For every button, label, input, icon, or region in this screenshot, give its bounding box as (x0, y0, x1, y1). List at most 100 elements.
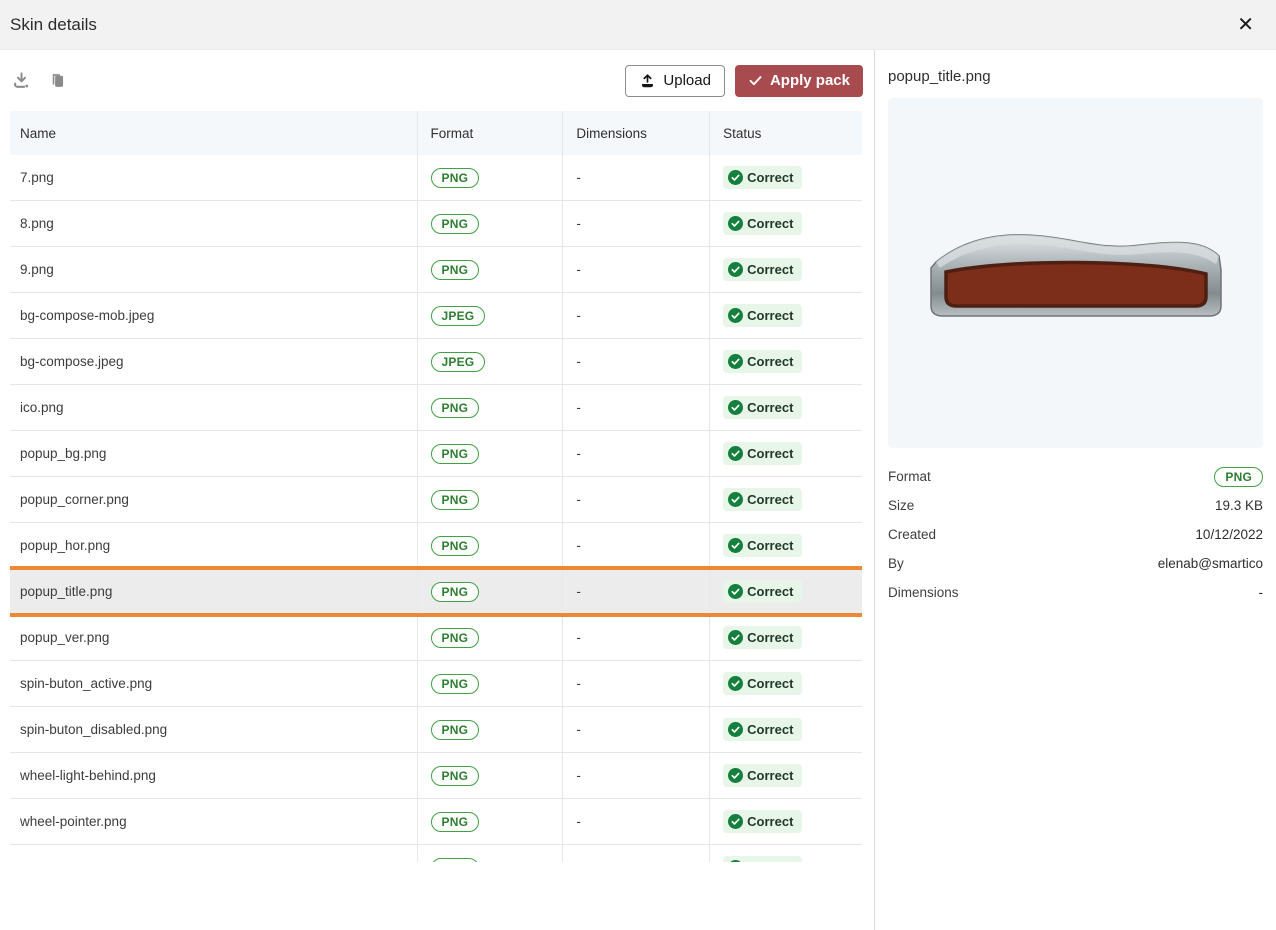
status-badge: Correct (723, 488, 803, 511)
table-row[interactable]: 9.png PNG - Correct (10, 247, 862, 293)
check-circle-icon (728, 584, 744, 599)
file-name: popup_corner.png (20, 492, 129, 507)
file-format-cell: PNG (416, 615, 563, 660)
file-format-cell: PNG (416, 661, 563, 706)
file-name: 7.png (20, 170, 54, 185)
upload-label: Upload (663, 72, 711, 89)
file-status-cell: Correct (709, 247, 862, 292)
table-body: 7.png PNG - Correct 8.png PNG - Correct 9.png PNG… (10, 155, 862, 862)
toolbar: Upload Apply pack (0, 50, 874, 111)
file-format-cell: PNG (416, 201, 563, 246)
table-row[interactable]: popup_bg.png PNG - Correct (10, 431, 862, 477)
file-dimensions: - (562, 707, 709, 752)
table-row[interactable]: spin-buton_disabled.png PNG - Correct (10, 707, 862, 753)
copy-icon[interactable] (46, 70, 68, 92)
format-badge: PNG (430, 719, 480, 740)
status-badge: Correct (723, 764, 803, 787)
file-name: popup_bg.png (20, 446, 107, 461)
file-dimensions: - (562, 155, 709, 200)
table-row[interactable]: wheel-pointer.png PNG - Correct (10, 799, 862, 845)
status-badge: Correct (723, 810, 803, 833)
file-format-cell: PNG (416, 523, 563, 568)
file-name: bg-compose-mob.jpeg (20, 308, 155, 323)
close-icon[interactable]: ✕ (1233, 11, 1258, 39)
detail-value: 19.3 KB (1214, 498, 1263, 513)
dialog-title: Skin details (10, 14, 97, 34)
file-name: spin-buton_active.png (20, 676, 153, 691)
table-row[interactable]: bg-compose-mob.jpeg JPEG - Correct (10, 293, 862, 339)
file-format-cell: JPEG (416, 339, 563, 384)
file-name: popup_ver.png (20, 630, 110, 645)
check-circle-icon (728, 354, 744, 369)
table-header-row: Name Format Dimensions Status (10, 111, 862, 155)
file-name: wheel.png (10, 845, 417, 862)
apply-pack-button[interactable]: Apply pack (734, 64, 863, 97)
preview-box (888, 98, 1263, 448)
table-row[interactable]: bg-compose.jpeg JPEG - Correct (10, 339, 862, 385)
format-badge: PNG (430, 443, 480, 464)
apply-pack-label: Apply pack (769, 72, 850, 89)
check-circle-icon (728, 768, 744, 783)
table-row[interactable]: 8.png PNG - Correct (10, 201, 862, 247)
upload-icon (642, 74, 654, 88)
file-format-cell: PNG (416, 753, 563, 798)
format-badge: PNG (430, 489, 480, 510)
status-badge: Correct (723, 212, 803, 235)
status-badge: Correct (723, 442, 803, 465)
file-status-cell: Correct (709, 799, 862, 844)
detail-row-dimensions: Dimensions - (888, 578, 1263, 607)
check-circle-icon (728, 170, 744, 185)
column-header-dimensions: Dimensions (562, 111, 709, 155)
check-circle-icon (728, 538, 744, 553)
table-row[interactable]: popup_ver.png PNG - Correct (10, 615, 862, 661)
table-row[interactable]: wheel-light-behind.png PNG - Correct (10, 753, 862, 799)
check-circle-icon (728, 722, 744, 737)
format-badge: PNG (430, 167, 480, 188)
file-format-cell: PNG (416, 385, 563, 430)
status-badge: Correct (723, 672, 803, 695)
file-dimensions: - (562, 753, 709, 798)
download-icon[interactable] (10, 70, 32, 92)
format-badge: PNG (430, 627, 480, 648)
table-row[interactable]: ico.png PNG - Correct (10, 385, 862, 431)
status-badge: Correct (723, 626, 803, 649)
check-circle-icon (728, 308, 744, 323)
detail-row-format: Format PNG (888, 462, 1263, 491)
file-dimensions: - (562, 339, 709, 384)
file-dimensions: - (562, 799, 709, 844)
file-status-cell: Correct (709, 661, 862, 706)
file-format-cell: PNG (416, 477, 563, 522)
format-badge: PNG (430, 857, 480, 862)
table-row[interactable]: popup_corner.png PNG - Correct (10, 477, 862, 523)
format-badge: PNG (430, 811, 480, 832)
file-status-cell: Correct (709, 339, 862, 384)
file-dimensions: - (562, 569, 709, 614)
file-name: wheel-pointer.png (20, 814, 127, 829)
table-row[interactable]: popup_title.png PNG - Correct (10, 566, 862, 617)
file-status-cell: Correct (709, 523, 862, 568)
detail-label: Size (888, 498, 915, 513)
table-row[interactable]: spin-buton_active.png PNG - Correct (10, 661, 862, 707)
check-icon (749, 76, 762, 86)
status-badge: Correct (723, 304, 803, 327)
status-badge: Correct (723, 166, 803, 189)
upload-button[interactable]: Upload (625, 64, 725, 97)
file-dimensions: - (562, 293, 709, 338)
file-status-cell: Correct (709, 753, 862, 798)
status-badge: Correct (723, 580, 803, 603)
detail-label: By (888, 556, 904, 571)
file-format-cell: PNG (416, 799, 563, 844)
files-table: Name Format Dimensions Status 7.png PNG - C… (10, 111, 862, 862)
check-circle-icon (728, 262, 744, 277)
file-dimensions: - (562, 845, 709, 862)
dialog-header: Skin details ✕ (0, 0, 1276, 50)
table-row[interactable]: popup_hor.png PNG - Correct (10, 523, 862, 569)
file-status-cell: Correct (709, 385, 862, 430)
file-dimensions: - (562, 661, 709, 706)
detail-value: elenab@smartico (1157, 556, 1263, 571)
table-row[interactable]: wheel.png PNG - Correct (10, 845, 862, 862)
table-row[interactable]: 7.png PNG - Correct (10, 155, 862, 201)
file-list-pane: Upload Apply pack Name Format Dimensions… (0, 50, 875, 930)
detail-row-created: Created 10/12/2022 (888, 520, 1263, 549)
file-status-cell: Correct (709, 845, 862, 862)
